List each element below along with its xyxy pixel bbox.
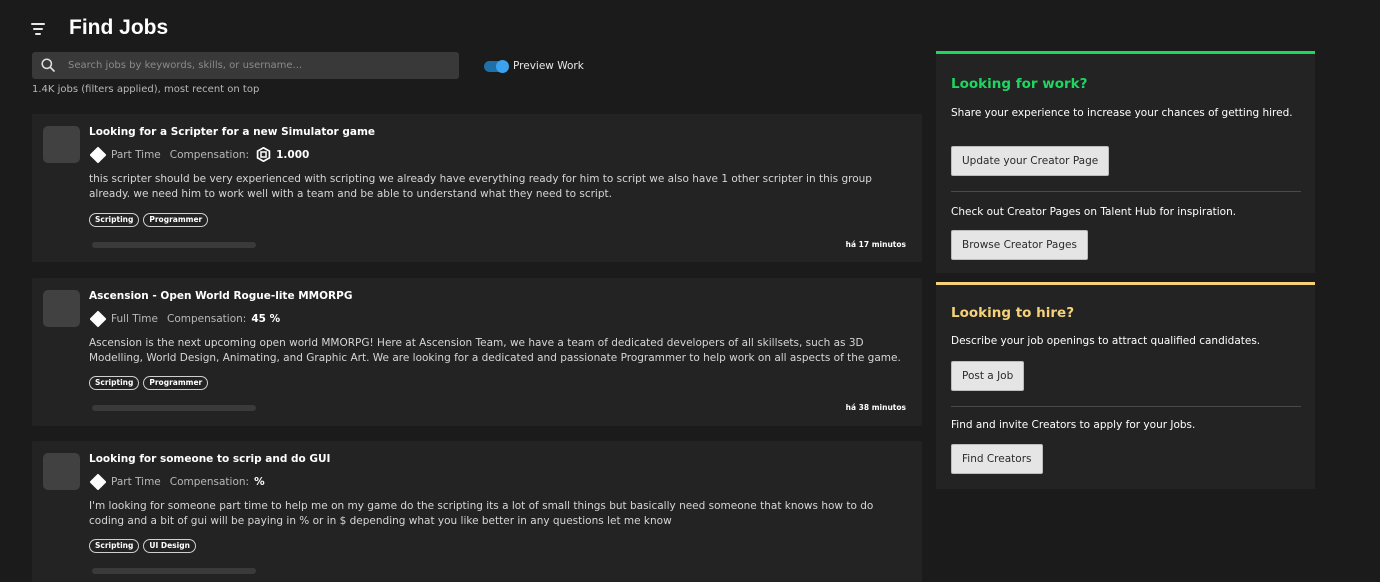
job-title[interactable]: Looking for someone to scrip and do GUI bbox=[89, 453, 330, 465]
preview-work-toggle[interactable] bbox=[484, 60, 509, 73]
loading-bar bbox=[92, 405, 256, 411]
job-thumbnail bbox=[43, 453, 80, 490]
job-description: Ascension is the next upcoming open worl… bbox=[89, 337, 901, 364]
job-type-icon bbox=[89, 146, 107, 163]
job-title[interactable]: Ascension - Open World Rogue-lite MMORPG bbox=[89, 290, 352, 302]
hire-describe-text: Describe your job openings to attract qu… bbox=[951, 335, 1261, 347]
compensation-value: 45 % bbox=[251, 312, 281, 325]
search-input[interactable] bbox=[68, 52, 453, 79]
preview-work-label: Preview Work bbox=[513, 60, 584, 72]
job-description: I'm looking for someone part time to hel… bbox=[89, 500, 874, 527]
job-tags: Scripting Programmer bbox=[89, 213, 209, 227]
job-thumbnail bbox=[43, 290, 80, 327]
page-title: Find Jobs bbox=[69, 16, 169, 39]
job-card[interactable]: Looking for someone to scrip and do GUI … bbox=[32, 441, 922, 582]
looking-for-work-heading: Looking for work? bbox=[951, 76, 1088, 92]
tag-ui-design[interactable]: UI Design bbox=[143, 539, 196, 553]
job-title[interactable]: Looking for a Scripter for a new Simulat… bbox=[89, 126, 375, 138]
job-tags: Scripting Programmer bbox=[89, 376, 209, 390]
looking-to-hire-panel: Looking to hire? Describe your job openi… bbox=[936, 282, 1315, 489]
results-summary: 1.4K jobs (filters applied), most recent… bbox=[32, 84, 260, 95]
looking-to-hire-heading: Looking to hire? bbox=[951, 305, 1075, 321]
job-tags: Scripting UI Design bbox=[89, 539, 196, 553]
compensation-value: % bbox=[254, 475, 265, 488]
sidebar: Looking for work? Share your experience … bbox=[936, 51, 1315, 489]
loading-bar bbox=[92, 242, 256, 248]
browse-creator-pages-button[interactable]: Browse Creator Pages bbox=[951, 230, 1088, 260]
tag-scripting[interactable]: Scripting bbox=[89, 376, 140, 390]
job-meta: Part Time Compensation: % bbox=[89, 473, 265, 490]
divider bbox=[951, 191, 1301, 192]
divider bbox=[951, 406, 1301, 407]
post-a-job-button[interactable]: Post a Job bbox=[951, 361, 1025, 391]
job-card[interactable]: Looking for a Scripter for a new Simulat… bbox=[32, 114, 922, 262]
update-creator-page-button[interactable]: Update your Creator Page bbox=[951, 146, 1110, 176]
job-thumbnail bbox=[43, 126, 80, 163]
compensation-value: 1.000 bbox=[276, 148, 310, 161]
compensation-label: Compensation: bbox=[169, 148, 250, 161]
looking-for-work-panel: Looking for work? Share your experience … bbox=[936, 51, 1315, 273]
job-meta: Part Time Compensation: 1.000 bbox=[89, 146, 309, 163]
work-inspiration-text: Check out Creator Pages on Talent Hub fo… bbox=[951, 206, 1237, 218]
find-creators-button[interactable]: Find Creators bbox=[951, 444, 1043, 474]
compensation-label: Compensation: bbox=[167, 312, 247, 325]
tag-scripting[interactable]: Scripting bbox=[89, 213, 140, 227]
hire-invite-text: Find and invite Creators to apply for yo… bbox=[951, 419, 1196, 431]
tag-programmer[interactable]: Programmer bbox=[143, 376, 209, 390]
robux-icon bbox=[256, 147, 271, 162]
job-meta: Full Time Compensation: 45 % bbox=[89, 310, 280, 327]
job-type: Part Time bbox=[111, 148, 161, 161]
tag-scripting[interactable]: Scripting bbox=[89, 539, 140, 553]
posted-time: há 38 minutos bbox=[845, 403, 906, 412]
tag-programmer[interactable]: Programmer bbox=[143, 213, 209, 227]
search-bar[interactable] bbox=[32, 52, 459, 79]
job-type: Part Time bbox=[111, 475, 161, 488]
compensation-label: Compensation: bbox=[169, 475, 250, 488]
job-description: this scripter should be very experienced… bbox=[89, 173, 872, 200]
toggle-knob bbox=[496, 60, 509, 73]
job-type-icon bbox=[89, 310, 107, 327]
job-card[interactable]: Ascension - Open World Rogue-lite MMORPG… bbox=[32, 278, 922, 426]
work-share-text: Share your experience to increase your c… bbox=[951, 107, 1293, 119]
posted-time: há 17 minutos bbox=[845, 240, 906, 249]
find-jobs-page: Find Jobs Preview Work 1.4K jobs (filter… bbox=[0, 0, 1380, 582]
job-type-icon bbox=[89, 473, 107, 490]
search-icon bbox=[41, 58, 55, 72]
menu-icon[interactable] bbox=[31, 22, 47, 36]
job-type: Full Time bbox=[111, 312, 158, 325]
loading-bar bbox=[92, 568, 256, 574]
